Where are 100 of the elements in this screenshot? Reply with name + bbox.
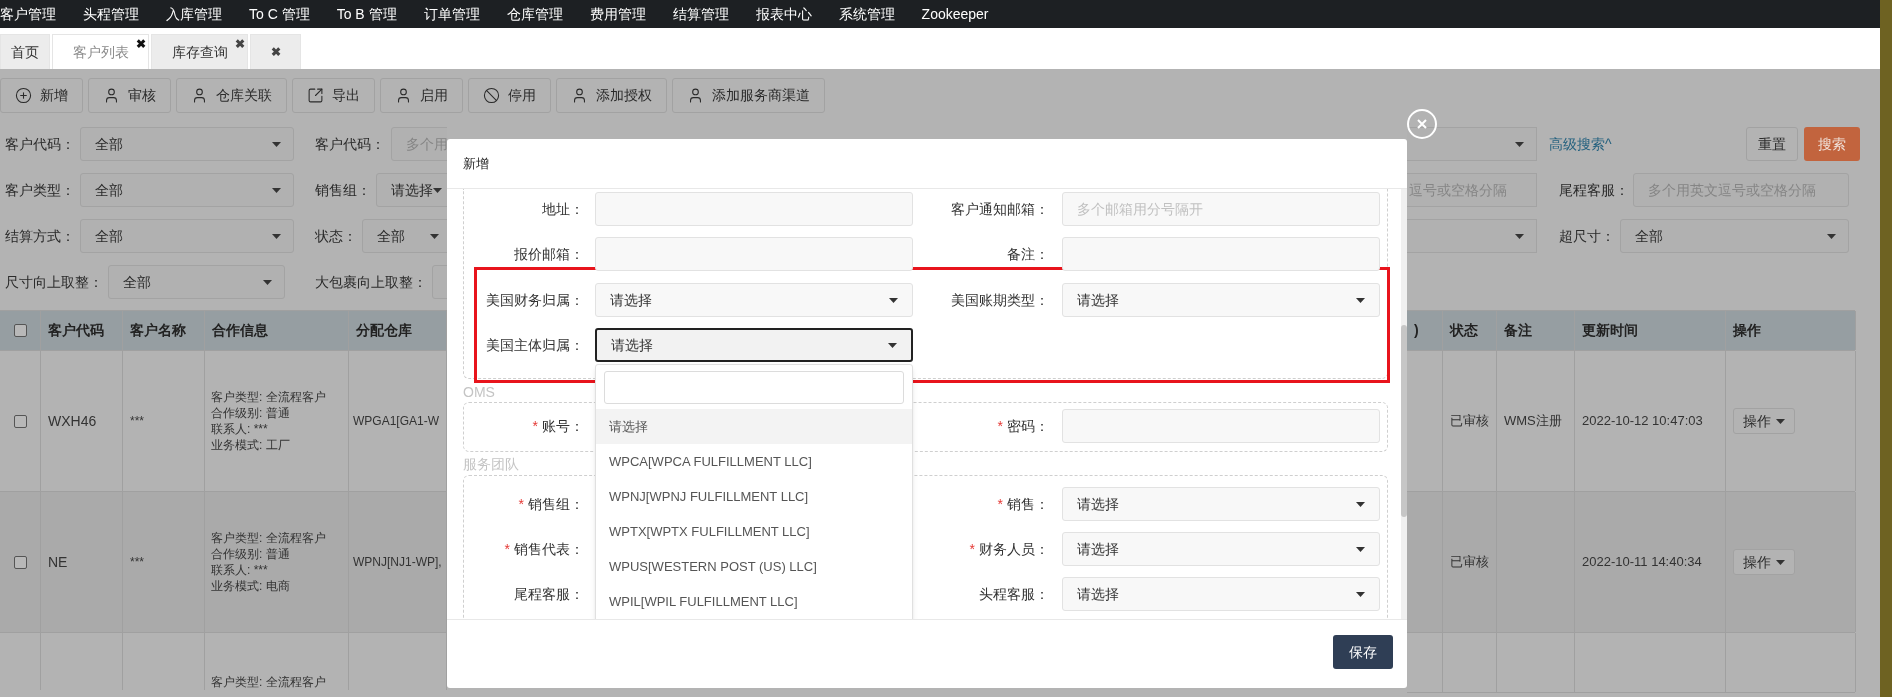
nav-item[interactable]: 客户管理 xyxy=(0,3,56,25)
field-label: 地址： xyxy=(542,199,584,219)
select-field[interactable]: 请选择 xyxy=(1062,577,1380,611)
caret-icon xyxy=(1827,233,1836,239)
toolbar-button[interactable]: 仓库关联 xyxy=(176,78,287,113)
column-header: 更新时间 xyxy=(1575,311,1726,350)
tab[interactable]: 客户列表 ✖ xyxy=(52,34,149,69)
table-cell: *** xyxy=(123,351,205,491)
toolbar-button[interactable]: 启用 xyxy=(380,78,463,113)
nav-item[interactable]: 费用管理 xyxy=(589,3,646,25)
tab[interactable]: ✖ xyxy=(250,34,301,69)
close-icon xyxy=(1417,119,1427,129)
nav-item[interactable]: 入库管理 xyxy=(166,3,222,25)
select-field[interactable]: 全部 xyxy=(80,127,294,161)
dropdown-option[interactable]: WPCA[WPCA FULFILLMENT LLC] xyxy=(596,444,912,479)
toolbar-button[interactable]: 导出 xyxy=(292,78,375,113)
column-header: 备注 xyxy=(1497,311,1575,350)
caret-icon xyxy=(1356,546,1365,552)
field-label: 销售： xyxy=(1007,494,1049,514)
section-title: OMS xyxy=(463,383,495,401)
table-cell: 已审核 xyxy=(1443,351,1497,491)
caret-icon xyxy=(272,187,281,193)
field-label: 销售代表： xyxy=(514,539,584,559)
modal-title: 新增 xyxy=(463,154,489,173)
tab[interactable]: 库存查询 ✖ xyxy=(151,34,248,69)
save-button[interactable]: 保存 xyxy=(1333,635,1393,669)
select-field[interactable]: 全部 xyxy=(108,265,285,299)
field-label: 头程客服： xyxy=(979,584,1049,604)
select-field[interactable]: 请选择 xyxy=(1062,283,1380,317)
reset-button[interactable]: 重置 xyxy=(1746,127,1798,161)
dropdown-option[interactable]: WPNJ[WPNJ FULFILLMENT LLC] xyxy=(596,479,912,514)
select-field[interactable] xyxy=(1407,219,1537,253)
caret-icon xyxy=(433,187,442,193)
select-field[interactable]: 全部 xyxy=(80,173,294,207)
table-cell: 客户类型: 全流程客户 合作级别: 普通 联系人: *** 业务模式: 电商 xyxy=(205,492,349,632)
ban-icon xyxy=(483,87,500,104)
filter-label: 客户类型： xyxy=(5,180,76,200)
select-field[interactable]: 全部 xyxy=(80,219,294,253)
tab[interactable]: 首页 xyxy=(0,34,50,69)
caret-icon xyxy=(272,233,281,239)
dropdown-option[interactable]: WPIL[WPIL FULFILLMENT LLC] xyxy=(596,584,912,619)
select-field[interactable]: 请选择 xyxy=(376,173,447,207)
select-field[interactable]: 全部 xyxy=(1620,219,1849,253)
tab-close[interactable]: ✖ xyxy=(235,35,245,53)
nav-item[interactable]: 头程管理 xyxy=(83,3,139,25)
caret-icon xyxy=(430,233,439,239)
caret-icon xyxy=(888,342,897,348)
nav-item[interactable]: 仓库管理 xyxy=(506,3,563,25)
table-cell: 2022-10-12 10:47:03 xyxy=(1575,351,1726,491)
select-field[interactable]: 请选择 xyxy=(1062,532,1380,566)
nav-item[interactable]: To B 管理 xyxy=(336,3,397,25)
nav-item[interactable]: Zookeeper xyxy=(921,3,989,25)
toolbar-button[interactable]: 新增 xyxy=(0,78,83,113)
dropdown-search-field[interactable] xyxy=(604,371,904,404)
nav-item[interactable]: 结算管理 xyxy=(672,3,729,25)
table-cell: NE xyxy=(41,492,123,632)
checkbox[interactable] xyxy=(13,324,27,337)
required-mark: * xyxy=(504,539,510,559)
caret-icon xyxy=(1356,591,1365,597)
field-label: 备注： xyxy=(1007,244,1049,264)
field-label: 财务人员： xyxy=(979,539,1049,559)
toolbar-button[interactable]: 添加服务商渠道 xyxy=(672,78,825,113)
field-label: 美国财务归属： xyxy=(486,290,584,310)
nav-item[interactable]: To C 管理 xyxy=(249,3,310,25)
table-cell: 2022-10-11 14:40:34 xyxy=(1575,492,1726,632)
required-mark: * xyxy=(997,494,1003,514)
nav-item[interactable]: 报表中心 xyxy=(755,3,812,25)
toolbar-button[interactable]: 添加授权 xyxy=(556,78,667,113)
select-field[interactable]: 全部 xyxy=(362,219,447,253)
nav-item[interactable]: 系统管理 xyxy=(838,3,895,25)
checkbox[interactable] xyxy=(13,555,27,569)
table-cell: 客户类型: 全流程客户 合作级别: 普通 联系人: *** 业务模式: 工厂 xyxy=(205,351,349,491)
field-label: 密码： xyxy=(1007,416,1049,436)
dropdown-option[interactable]: WPTX[WPTX FULFILLMENT LLC] xyxy=(596,514,912,549)
column-header: 操作 xyxy=(1726,311,1856,350)
filter-label: 销售组： xyxy=(315,180,372,200)
select-field[interactable]: 请选择 xyxy=(595,283,913,317)
user-icon xyxy=(571,87,588,104)
required-mark: * xyxy=(518,494,524,514)
export-icon xyxy=(307,87,324,104)
action-dropdown-button[interactable]: 操作 xyxy=(1733,408,1795,434)
tab-close[interactable]: ✖ xyxy=(270,43,281,61)
close-button[interactable] xyxy=(1407,109,1437,139)
caret-icon xyxy=(272,141,281,147)
select-field[interactable] xyxy=(1407,127,1537,161)
nav-item[interactable]: 订单管理 xyxy=(423,3,480,25)
dropdown-option[interactable]: 请选择 xyxy=(596,409,912,444)
action-dropdown-button[interactable]: 操作 xyxy=(1733,549,1795,575)
select-field[interactable]: 请选择 xyxy=(1062,487,1380,521)
dropdown-option[interactable]: WPUS[WESTERN POST (US) LLC] xyxy=(596,549,912,584)
toolbar-button[interactable]: 停用 xyxy=(468,78,551,113)
tab-close[interactable]: ✖ xyxy=(136,35,146,53)
caret-icon xyxy=(1776,559,1785,565)
filter-label: 客户代码： xyxy=(315,134,386,154)
filter-label: 尺寸向上取整： xyxy=(5,272,104,292)
field-label: 美国账期类型： xyxy=(951,290,1049,310)
user-icon xyxy=(191,87,208,104)
field-label: 美国主体归属： xyxy=(486,335,584,355)
checkbox[interactable] xyxy=(13,414,27,428)
toolbar-button[interactable]: 审核 xyxy=(88,78,171,113)
